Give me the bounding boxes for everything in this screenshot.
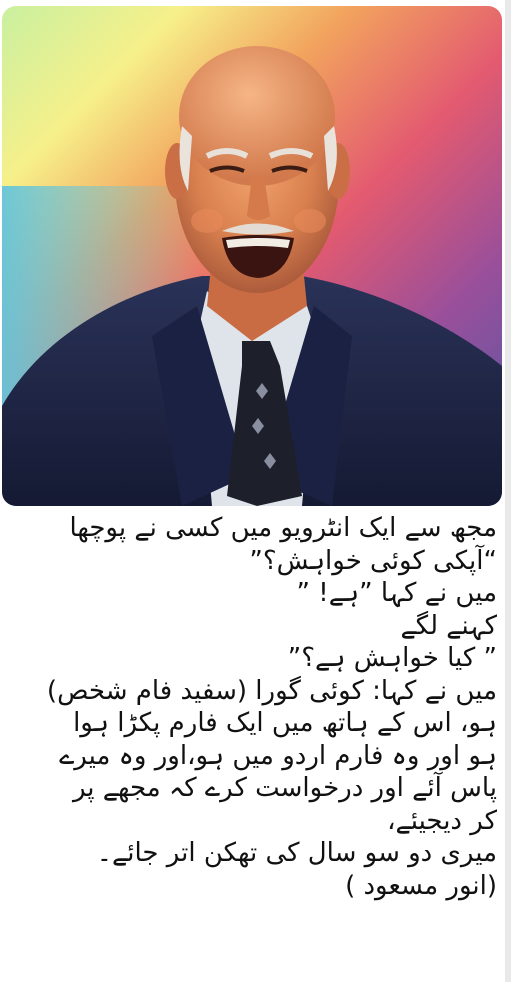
caption-line: کہنے لگے (400, 610, 497, 641)
caption-line: میں نے کہا: کوئی گورا (سفید فام شخص) (46, 675, 497, 706)
caption-line: میں نے کہا ”ہے! ” (296, 578, 497, 608)
caption-line: ہو، اس کے ہاتھ میں ایک فارم پکڑا ہوا (73, 708, 497, 738)
caption-line: “آپکی کوئی خواہش؟” (249, 545, 497, 576)
caption-line: ہو اور وہ فارم اردو میں ہو،اور وہ میرے (59, 740, 497, 771)
author-credit: (انور مسعود ) (345, 870, 497, 901)
caption-line: ” کیا خواہش ہے؟” (287, 643, 497, 673)
post-caption: مجھ سے ایک انٹرویو میں کسی نے پوچھا “آپک… (6, 512, 497, 902)
scroll-edge (505, 0, 511, 982)
caption-line: پاس آئے اور درخواست کرے کہ مجھے پر (72, 773, 497, 803)
caption-line: میری دو سو سال کی تھکن اتر جائے۔ (96, 838, 497, 868)
caption-line: مجھ سے ایک انٹرویو میں کسی نے پوچھا (69, 513, 497, 543)
portrait-photo[interactable] (2, 6, 502, 506)
post: مجھ سے ایک انٹرویو میں کسی نے پوچھا “آپک… (0, 0, 511, 982)
caption-line: کر دیجیئے، (387, 805, 497, 836)
